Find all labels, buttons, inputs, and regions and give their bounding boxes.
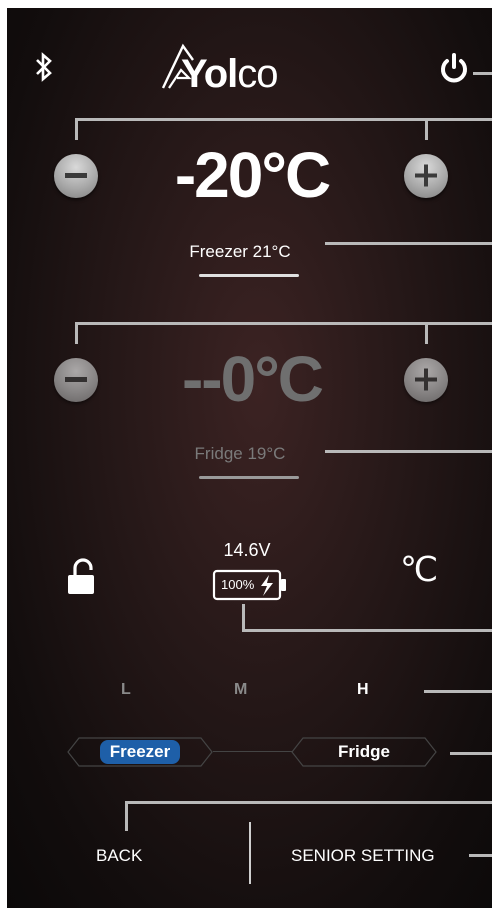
- minus-icon: [65, 173, 87, 178]
- divider-line: [213, 751, 293, 752]
- bluetooth-icon[interactable]: [33, 52, 55, 82]
- freezer-label-underline: [199, 274, 299, 277]
- divider-line: [424, 690, 492, 693]
- battery-indicator: 100%: [212, 569, 292, 601]
- app-screen: Yolco -20°C Freezer 21°C --0°C Fridge 19…: [7, 8, 492, 908]
- level-medium-button[interactable]: M: [234, 681, 247, 699]
- voltage-readout: 14.6V: [223, 540, 271, 560]
- minus-icon: [65, 377, 87, 382]
- divider-line: [450, 752, 492, 755]
- divider-line: [473, 72, 492, 75]
- divider-line: [325, 450, 492, 453]
- fridge-temperature: --0°C: [181, 343, 324, 415]
- zone-tab-freezer-label: Freezer: [99, 740, 181, 764]
- freezer-decrease-button[interactable]: [54, 154, 98, 198]
- divider-line: [325, 242, 492, 245]
- freezer-increase-button[interactable]: [404, 154, 448, 198]
- freezer-label[interactable]: Freezer 21°C: [177, 242, 303, 262]
- footer-divider: [249, 822, 251, 884]
- back-button[interactable]: BACK: [96, 846, 142, 866]
- temperature-unit-toggle[interactable]: ℃: [400, 550, 438, 590]
- plus-icon: [415, 368, 437, 391]
- level-high-button[interactable]: H: [357, 681, 369, 699]
- unlock-icon[interactable]: [64, 558, 102, 601]
- freezer-temperature: -20°C: [174, 139, 331, 211]
- zone-tab-fridge[interactable]: Fridge: [291, 737, 437, 767]
- zone-tab-fridge-label: Fridge: [338, 742, 390, 761]
- battery-percent: 100%: [221, 577, 255, 592]
- senior-setting-button[interactable]: SENIOR SETTING: [291, 846, 435, 866]
- divider-line: [75, 322, 78, 344]
- divider-line: [125, 801, 128, 831]
- divider-line: [75, 322, 492, 325]
- divider-line: [75, 118, 492, 121]
- divider-line: [75, 118, 78, 140]
- logo-text: Yolco: [181, 52, 279, 96]
- divider-line: [242, 629, 492, 632]
- yolco-logo: Yolco: [159, 38, 349, 98]
- level-low-button[interactable]: L: [121, 681, 131, 699]
- fridge-decrease-button[interactable]: [54, 358, 98, 402]
- divider-line: [242, 604, 245, 632]
- fridge-increase-button[interactable]: [404, 358, 448, 402]
- fridge-label-underline: [199, 476, 299, 479]
- divider-line: [125, 801, 492, 804]
- power-icon[interactable]: [439, 52, 469, 84]
- divider-line: [425, 322, 428, 344]
- fridge-label[interactable]: Fridge 19°C: [177, 444, 303, 464]
- divider-line: [469, 854, 492, 857]
- zone-tab-freezer[interactable]: Freezer: [67, 737, 213, 767]
- divider-line: [425, 118, 428, 140]
- plus-icon: [415, 164, 437, 187]
